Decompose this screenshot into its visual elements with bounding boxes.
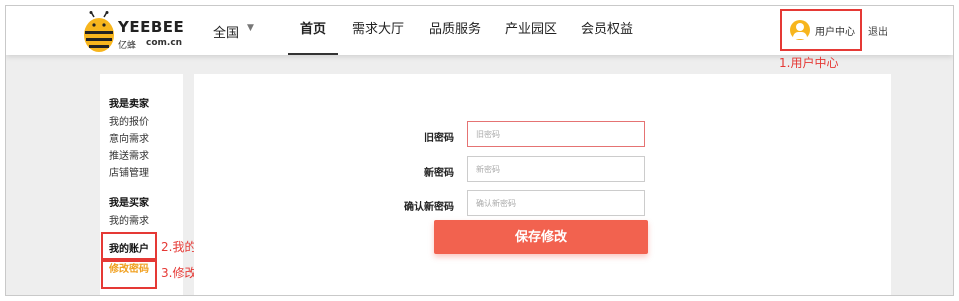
sidebar-item-my-demands[interactable]: 我的需求 <box>109 212 149 227</box>
confirm-password-input[interactable] <box>467 190 645 216</box>
logo-subtitle-domain: com.cn <box>146 38 183 48</box>
sidebar-section-seller: 我是卖家 <box>109 99 149 110</box>
region-selector[interactable]: 全国 <box>213 22 239 41</box>
new-password-input[interactable] <box>467 156 645 182</box>
avatar-icon <box>790 20 810 40</box>
user-center-button[interactable]: 用户中心 <box>780 9 862 51</box>
chevron-down-icon[interactable]: ▼ <box>247 23 254 33</box>
nav-industrial-park[interactable]: 产业园区 <box>501 6 561 53</box>
new-password-label: 新密码 <box>424 168 454 179</box>
nav-home[interactable]: 首页 <box>288 6 338 55</box>
nav-quality-service[interactable]: 品质服务 <box>425 6 485 53</box>
old-password-input[interactable] <box>467 121 645 147</box>
save-changes-button[interactable]: 保存修改 <box>434 220 648 254</box>
highlight-change-password <box>101 258 157 289</box>
sidebar-item-shop-management[interactable]: 店铺管理 <box>109 164 149 179</box>
user-center-label: 用户中心 <box>815 27 855 38</box>
sidebar-item-intent-demands[interactable]: 意向需求 <box>109 130 149 145</box>
nav-member-benefits[interactable]: 会员权益 <box>577 6 637 53</box>
logo-wordmark: YEEBEE <box>118 18 185 36</box>
nav-demand-hall[interactable]: 需求大厅 <box>348 6 408 53</box>
annotation-step1: 1.用户中心 <box>779 56 839 70</box>
brand-logo[interactable]: YEEBEE 亿蜂 com.cn <box>82 11 192 53</box>
logo-subtitle-cn: 亿蜂 <box>118 41 137 51</box>
app-window: YEEBEE 亿蜂 com.cn 全国 ▼ 首页 需求大厅 品质服务 产业园区 … <box>5 5 954 296</box>
old-password-label: 旧密码 <box>424 133 454 144</box>
sidebar-item-my-quotes[interactable]: 我的报价 <box>109 113 149 128</box>
sidebar-item-pushed-demands[interactable]: 推送需求 <box>109 147 149 162</box>
top-header: YEEBEE 亿蜂 com.cn 全国 ▼ 首页 需求大厅 品质服务 产业园区 … <box>6 6 953 55</box>
password-form-panel: 旧密码 新密码 确认新密码 保存修改 <box>194 74 891 295</box>
logout-link[interactable]: 退出 <box>868 23 888 38</box>
sidebar-section-buyer: 我是买家 <box>109 198 149 209</box>
bee-logo-icon <box>84 11 114 52</box>
confirm-password-label: 确认新密码 <box>404 202 454 213</box>
